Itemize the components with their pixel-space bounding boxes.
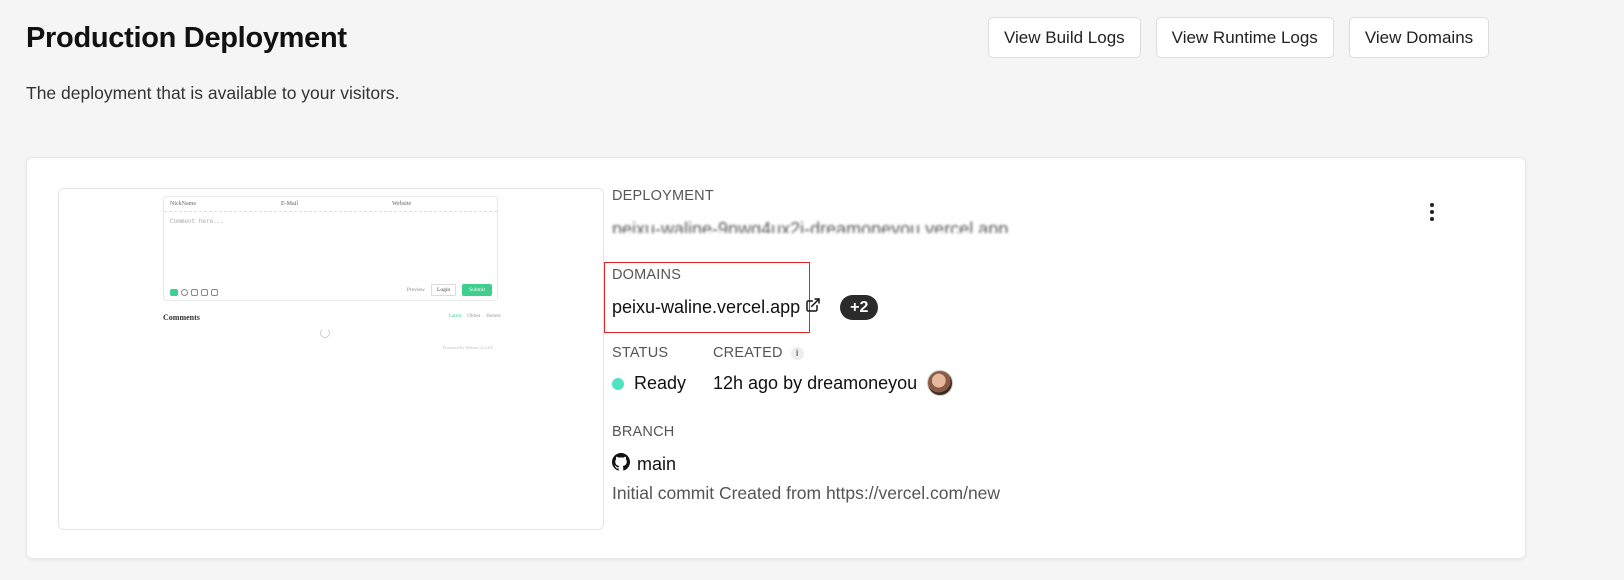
branch-label: Branch bbox=[612, 424, 675, 440]
gif-icon bbox=[191, 289, 198, 296]
header-actions: View Build Logs View Runtime Logs View D… bbox=[988, 17, 1490, 58]
preview-field-nickname: NickName bbox=[170, 201, 196, 207]
deployment-label: Deployment bbox=[612, 188, 714, 204]
preview-sort-latest: Latest bbox=[449, 314, 462, 319]
deployment-preview[interactable]: NickName E-Mail Website Comment here... … bbox=[58, 188, 604, 530]
preview-comments-title: Comments bbox=[163, 313, 200, 322]
loading-spinner-icon bbox=[320, 328, 330, 338]
preview-field-website: Website bbox=[392, 201, 412, 207]
preview-submit-button: Submit bbox=[462, 284, 492, 296]
preview-toolbar bbox=[170, 289, 218, 296]
status-value: Ready bbox=[612, 373, 686, 394]
primary-domain-link[interactable]: peixu-waline.vercel.app bbox=[612, 297, 800, 318]
external-link-icon[interactable] bbox=[805, 297, 821, 318]
preview-icon bbox=[211, 289, 218, 296]
page-title: Production Deployment bbox=[26, 22, 347, 54]
view-domains-button[interactable]: View Domains bbox=[1348, 17, 1490, 58]
view-build-logs-button[interactable]: View Build Logs bbox=[988, 17, 1141, 58]
preview-comment-form: NickName E-Mail Website Comment here... … bbox=[163, 196, 498, 301]
markdown-icon bbox=[170, 289, 178, 296]
image-icon bbox=[201, 289, 208, 296]
preview-sort-tabs: Latest Oldest Hottest bbox=[449, 314, 501, 319]
preview-word-count: Preview bbox=[406, 287, 425, 293]
branch-name: main bbox=[637, 454, 677, 474]
info-icon[interactable]: i bbox=[790, 346, 804, 360]
preview-login-button: Login bbox=[430, 284, 457, 296]
emoji-icon bbox=[181, 289, 188, 296]
preview-field-email: E-Mail bbox=[281, 201, 298, 207]
created-value: 12h ago by dreamoneyou bbox=[713, 370, 954, 396]
status-dot-icon bbox=[612, 377, 624, 390]
avatar[interactable] bbox=[927, 370, 954, 396]
preview-powered-by: Powered by Waline v2.14.8 bbox=[443, 345, 493, 350]
status-text: Ready bbox=[634, 373, 687, 393]
preview-actions: Preview Login Submit bbox=[407, 284, 492, 296]
github-icon bbox=[612, 453, 630, 476]
domains-label: Domains bbox=[612, 267, 682, 283]
created-label: Created bbox=[713, 345, 783, 361]
created-header: Created i bbox=[713, 345, 804, 361]
extra-domains-badge[interactable]: +2 bbox=[840, 295, 879, 320]
domains-row: peixu-waline.vercel.app +2 bbox=[612, 295, 879, 320]
deployment-card: NickName E-Mail Website Comment here... … bbox=[26, 157, 1526, 559]
page-subtitle: The deployment that is available to your… bbox=[26, 83, 400, 103]
more-vertical-icon[interactable] bbox=[1424, 200, 1440, 224]
branch-row[interactable]: main bbox=[612, 453, 676, 476]
deployment-url[interactable]: peixu-waline-9pwg4ux2i-dreamoneyou.verce… bbox=[612, 216, 1030, 233]
created-text: 12h ago by dreamoneyou bbox=[713, 372, 918, 393]
commit-message[interactable]: Initial commit Created from https://verc… bbox=[612, 483, 1000, 504]
view-runtime-logs-button[interactable]: View Runtime Logs bbox=[1155, 17, 1334, 58]
status-label: Status bbox=[612, 345, 669, 361]
preview-textarea: Comment here... bbox=[170, 218, 225, 225]
preview-sort-oldest: Oldest bbox=[467, 314, 481, 319]
preview-sort-hottest: Hottest bbox=[486, 314, 501, 319]
